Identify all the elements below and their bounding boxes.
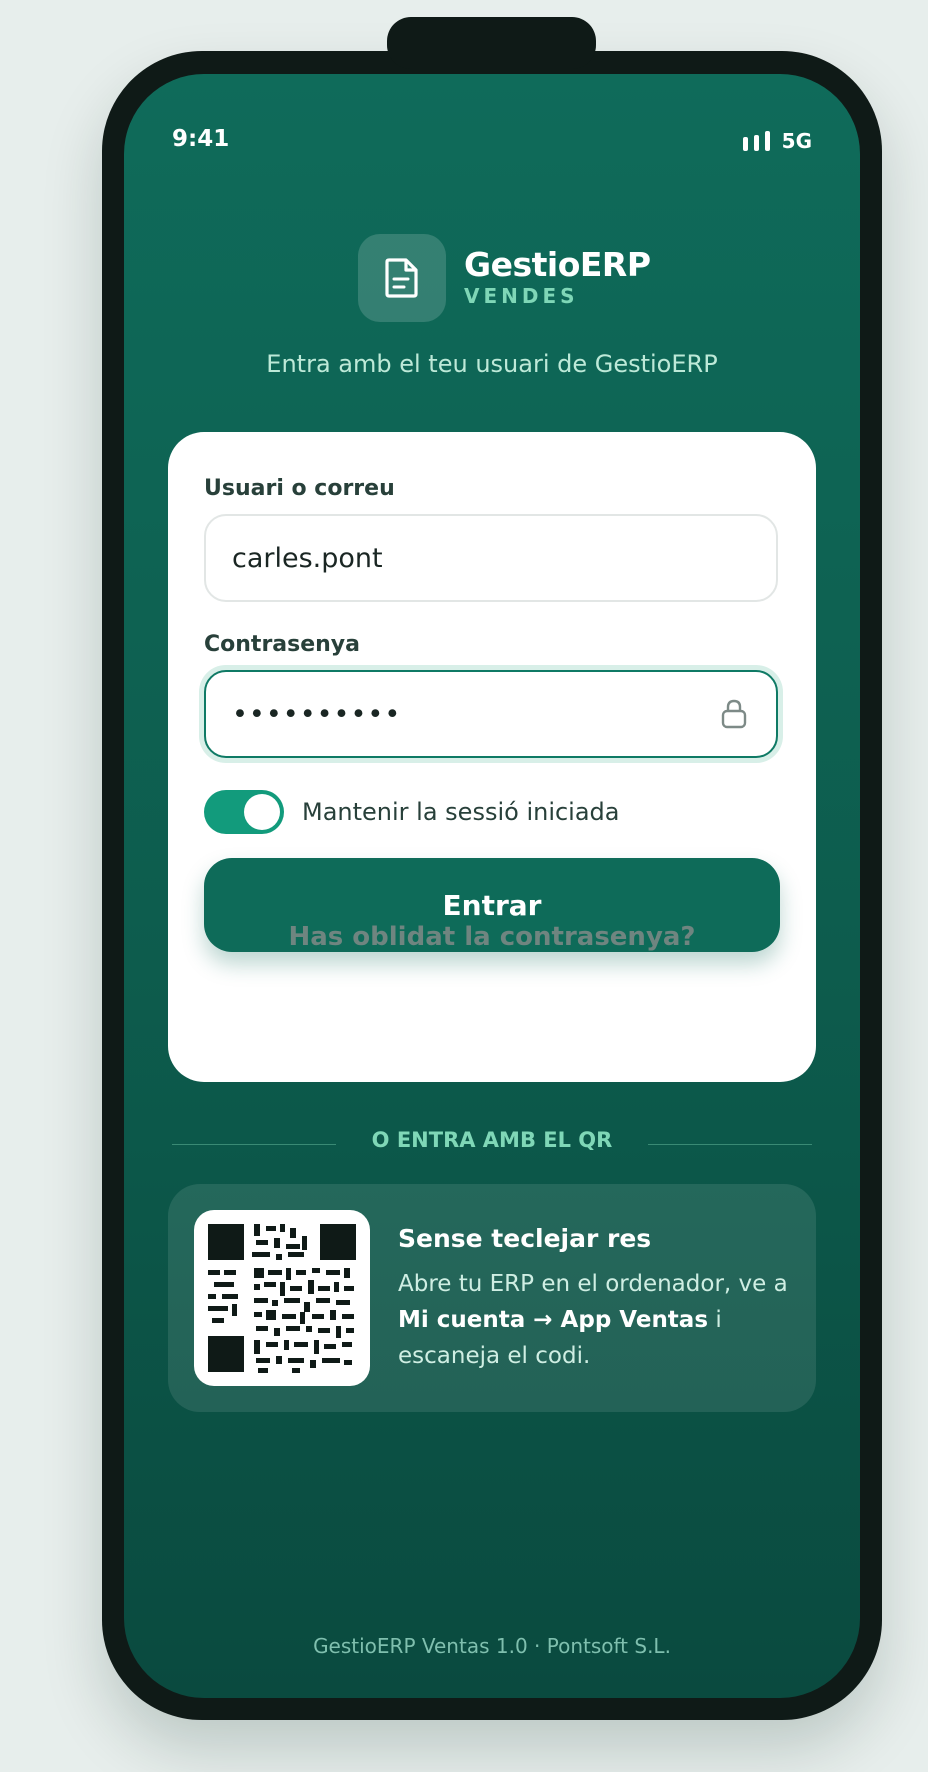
- brand-header: GestioERP VENDES: [358, 234, 651, 322]
- lock-icon[interactable]: [720, 698, 748, 737]
- qr-description: Abre tu ERP en el ordenador, ve a Mi cuen…: [398, 1266, 790, 1374]
- brand-name: GestioERP: [464, 245, 651, 284]
- network-label: 5G: [781, 129, 812, 153]
- brand-module: VENDES: [464, 284, 579, 308]
- divider-line-right: [648, 1144, 812, 1145]
- login-subtitle: Entra amb el teu usuari de GestioERP: [266, 350, 718, 378]
- qr-desc-path: Mi cuenta → App Ventas: [398, 1307, 709, 1333]
- toggle-knob: [244, 794, 280, 830]
- keep-session-label: Mantenir la sessió iniciada: [302, 798, 620, 826]
- phone-screen: 9:41 5G GestioERP VENDES Entra amb el te…: [124, 74, 860, 1698]
- qr-card[interactable]: Sense teclejar res Abre tu ERP en el ord…: [168, 1184, 816, 1412]
- password-value: ••••••••••: [232, 698, 402, 730]
- forgot-password-link[interactable]: Has oblidat la contrasenya?: [168, 922, 816, 952]
- qr-divider: O ENTRA AMB EL QR: [172, 1128, 812, 1162]
- username-value: carles.pont: [232, 542, 383, 574]
- password-label: Contrasenya: [204, 632, 360, 657]
- username-label: Usuari o correu: [204, 476, 395, 501]
- qr-desc-connector: i: [715, 1307, 722, 1333]
- login-card: Usuari o correu carles.pont Contrasenya …: [168, 432, 816, 1082]
- phone-notch: [387, 17, 596, 69]
- app-footer: GestioERP Ventas 1.0 · Pontsoft S.L.: [313, 1634, 671, 1658]
- document-icon: [358, 234, 446, 322]
- keep-session-toggle[interactable]: [204, 790, 284, 834]
- qr-title: Sense teclejar res: [398, 1224, 652, 1253]
- qr-desc-suffix: escaneja el codi.: [398, 1343, 591, 1369]
- status-indicators: 5G: [742, 129, 812, 153]
- signal-icon: [742, 131, 770, 151]
- status-time: 9:41: [172, 126, 230, 152]
- username-field[interactable]: carles.pont: [204, 514, 778, 602]
- password-field[interactable]: ••••••••••: [204, 670, 778, 758]
- qr-desc-prefix: Abre tu ERP en el ordenador, ve a: [398, 1271, 788, 1297]
- divider-label: O ENTRA AMB EL QR: [371, 1128, 613, 1152]
- qr-code[interactable]: [194, 1210, 370, 1386]
